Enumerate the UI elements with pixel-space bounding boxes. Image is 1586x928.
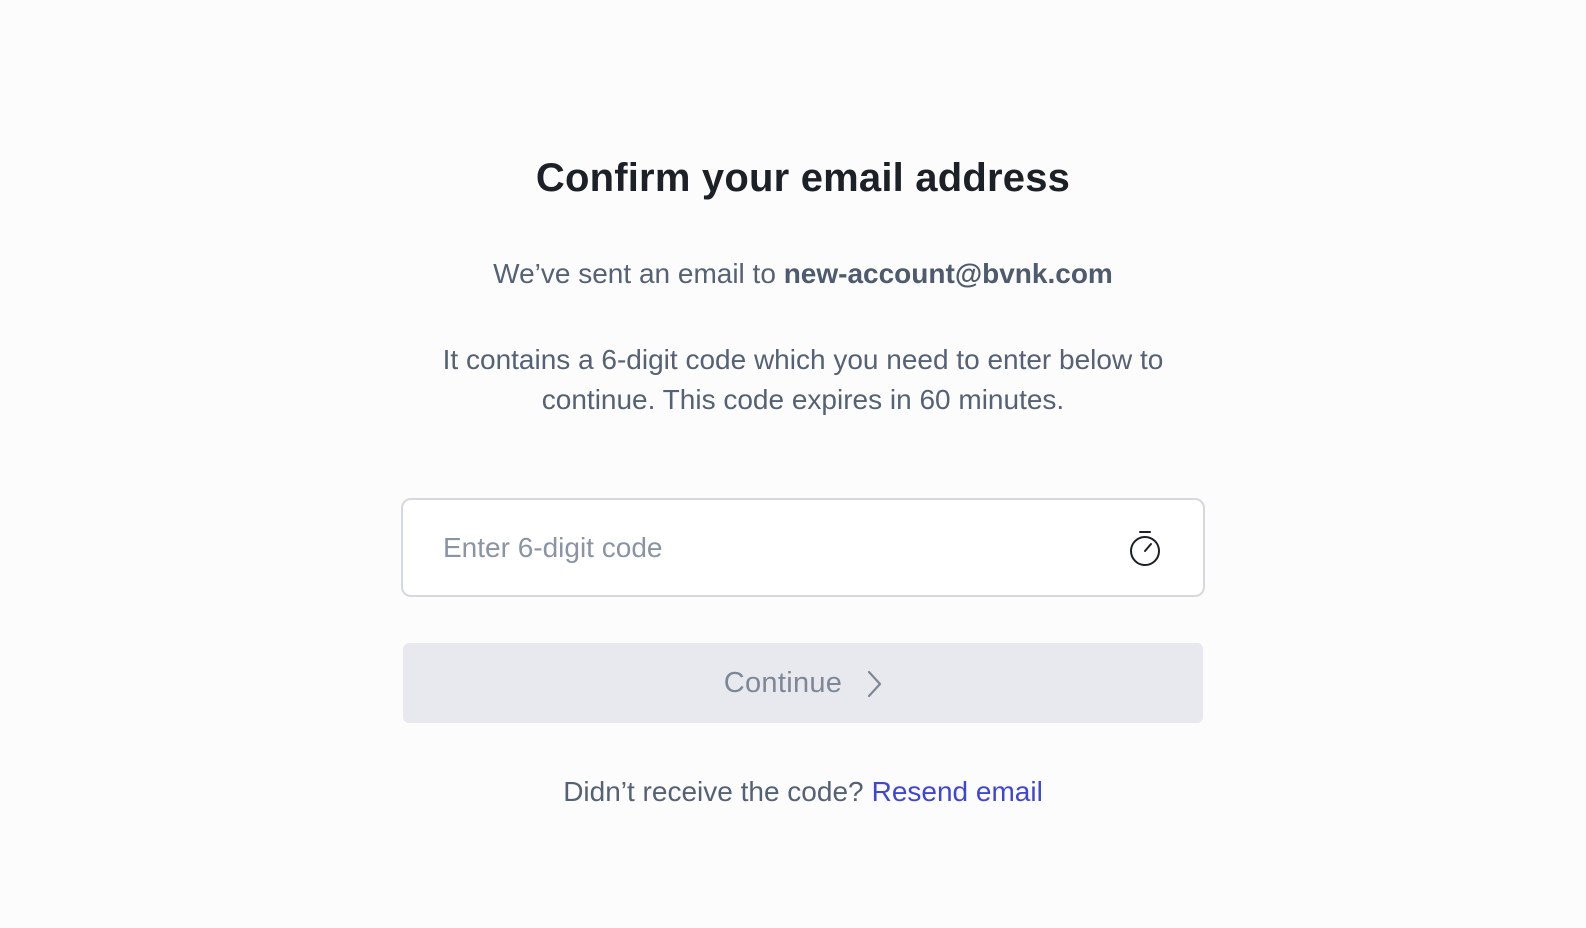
confirm-email-page: Confirm your email address We’ve sent an…: [0, 0, 1586, 928]
continue-button[interactable]: Continue: [403, 643, 1203, 723]
resend-prompt: Didn’t receive the code? Resend email: [563, 773, 1043, 811]
confirm-email-panel: Confirm your email address We’ve sent an…: [401, 150, 1205, 811]
verification-code-input[interactable]: [443, 527, 1127, 568]
code-field[interactable]: [401, 498, 1205, 597]
chevron-right-icon: [866, 670, 882, 698]
resend-email-link[interactable]: Resend email: [872, 776, 1043, 807]
recipient-email: new-account@bvnk.com: [783, 258, 1113, 289]
code-instructions: It contains a 6-digit code which you nee…: [442, 344, 1164, 415]
email-sent-message: We’ve sent an email to new-account@bvnk.…: [493, 256, 1113, 292]
page-title: Confirm your email address: [535, 156, 1071, 200]
stopwatch-icon: [1127, 528, 1163, 568]
email-sent-prefix: We’ve sent an email to: [493, 258, 776, 289]
continue-button-label: Continue: [723, 666, 843, 699]
resend-prompt-text: Didn’t receive the code?: [563, 776, 864, 807]
